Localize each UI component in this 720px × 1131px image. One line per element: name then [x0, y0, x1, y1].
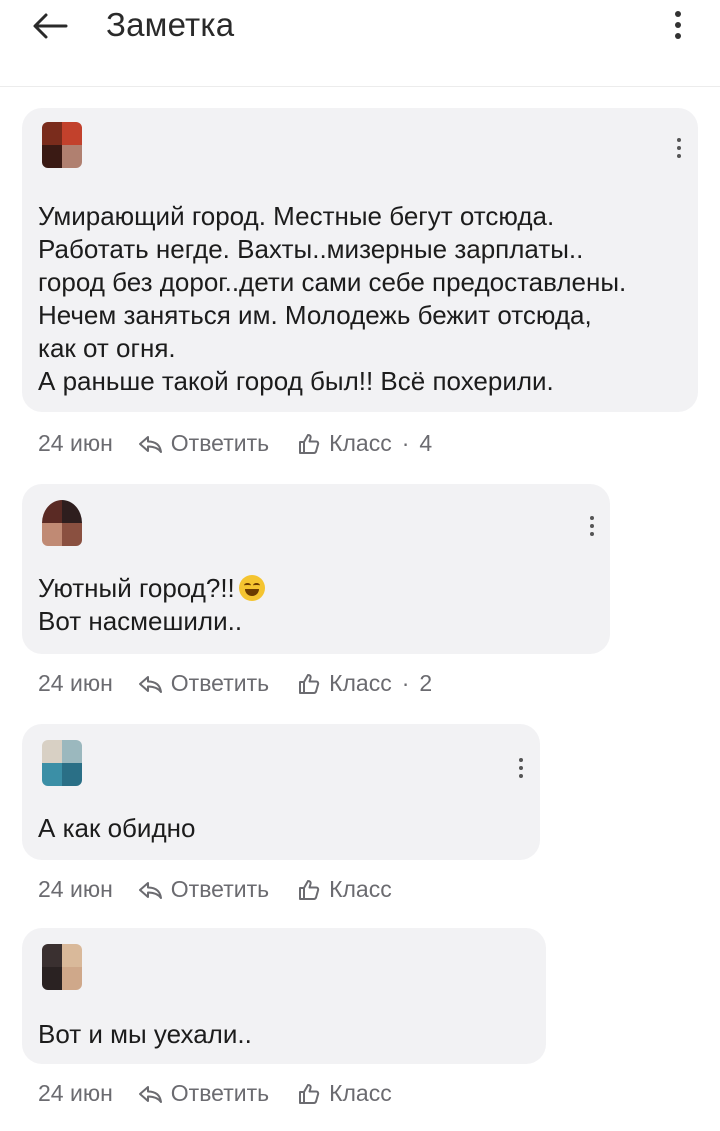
comment-meta: 24 июн Ответить Класс · 4: [38, 430, 432, 457]
reply-label: Ответить: [170, 430, 270, 456]
reply-button[interactable]: Ответить: [137, 876, 269, 903]
more-vertical-icon[interactable]: [668, 8, 688, 44]
separator-dot: ·: [401, 670, 410, 696]
reply-icon: [138, 435, 162, 453]
like-label: Класс: [329, 876, 392, 902]
thumbs-up-icon: [299, 1083, 320, 1104]
app-bar: Заметка: [0, 0, 720, 87]
comment-menu-icon[interactable]: [516, 758, 526, 788]
comment-meta: 24 июн Ответить Класс: [38, 1080, 392, 1107]
comment-date: 24 июн: [38, 1080, 113, 1106]
comment-bubble: Уютный город?!! Вот насмешили..: [22, 484, 610, 654]
reply-icon: [138, 675, 162, 693]
reply-label: Ответить: [170, 670, 270, 696]
avatar[interactable]: [42, 122, 82, 168]
page-title: Заметка: [106, 6, 235, 43]
avatar[interactable]: [42, 500, 82, 546]
comment-bubble: А как обидно: [22, 724, 540, 860]
reply-icon: [138, 881, 162, 899]
comment-date: 24 июн: [38, 670, 113, 696]
like-label: Класс: [329, 430, 392, 456]
like-button[interactable]: Класс · 2: [297, 670, 432, 697]
like-button[interactable]: Класс · 4: [297, 430, 432, 457]
reply-button[interactable]: Ответить: [137, 1080, 269, 1107]
reply-label: Ответить: [170, 876, 270, 902]
reply-label: Ответить: [170, 1080, 270, 1106]
like-label: Класс: [329, 1080, 392, 1106]
comment-text: Уютный город?!! Вот насмешили..: [38, 572, 265, 638]
like-count: 4: [419, 430, 433, 456]
arrow-left-icon[interactable]: [30, 8, 70, 44]
comment-text: А как обидно: [38, 813, 196, 843]
separator-dot: ·: [401, 430, 410, 456]
comment-text: Вот и мы уехали..: [38, 1019, 252, 1049]
reply-button[interactable]: Ответить: [137, 670, 269, 697]
like-count: 2: [419, 670, 433, 696]
comment-text: Умирающий город. Местные бегут отсюда. Р…: [38, 201, 627, 396]
laughing-emoji-icon: [238, 575, 265, 601]
thumbs-up-icon: [299, 673, 320, 694]
comment-menu-icon[interactable]: [674, 138, 684, 168]
like-button[interactable]: Класс: [297, 1080, 392, 1107]
reply-button[interactable]: Ответить: [137, 430, 269, 457]
like-label: Класс: [329, 670, 392, 696]
comment-date: 24 июн: [38, 876, 113, 902]
thumbs-up-icon: [299, 433, 320, 454]
reply-icon: [138, 1085, 162, 1103]
comment-date: 24 июн: [38, 430, 113, 456]
like-button[interactable]: Класс: [297, 876, 392, 903]
avatar[interactable]: [42, 944, 82, 990]
comment-meta: 24 июн Ответить Класс: [38, 876, 392, 903]
avatar[interactable]: [42, 740, 82, 786]
comment-menu-icon[interactable]: [587, 516, 597, 546]
comment-meta: 24 июн Ответить Класс · 2: [38, 670, 432, 697]
thumbs-up-icon: [299, 879, 320, 900]
comment-bubble: Умирающий город. Местные бегут отсюда. Р…: [22, 108, 698, 412]
comment-bubble: Вот и мы уехали..: [22, 928, 546, 1064]
